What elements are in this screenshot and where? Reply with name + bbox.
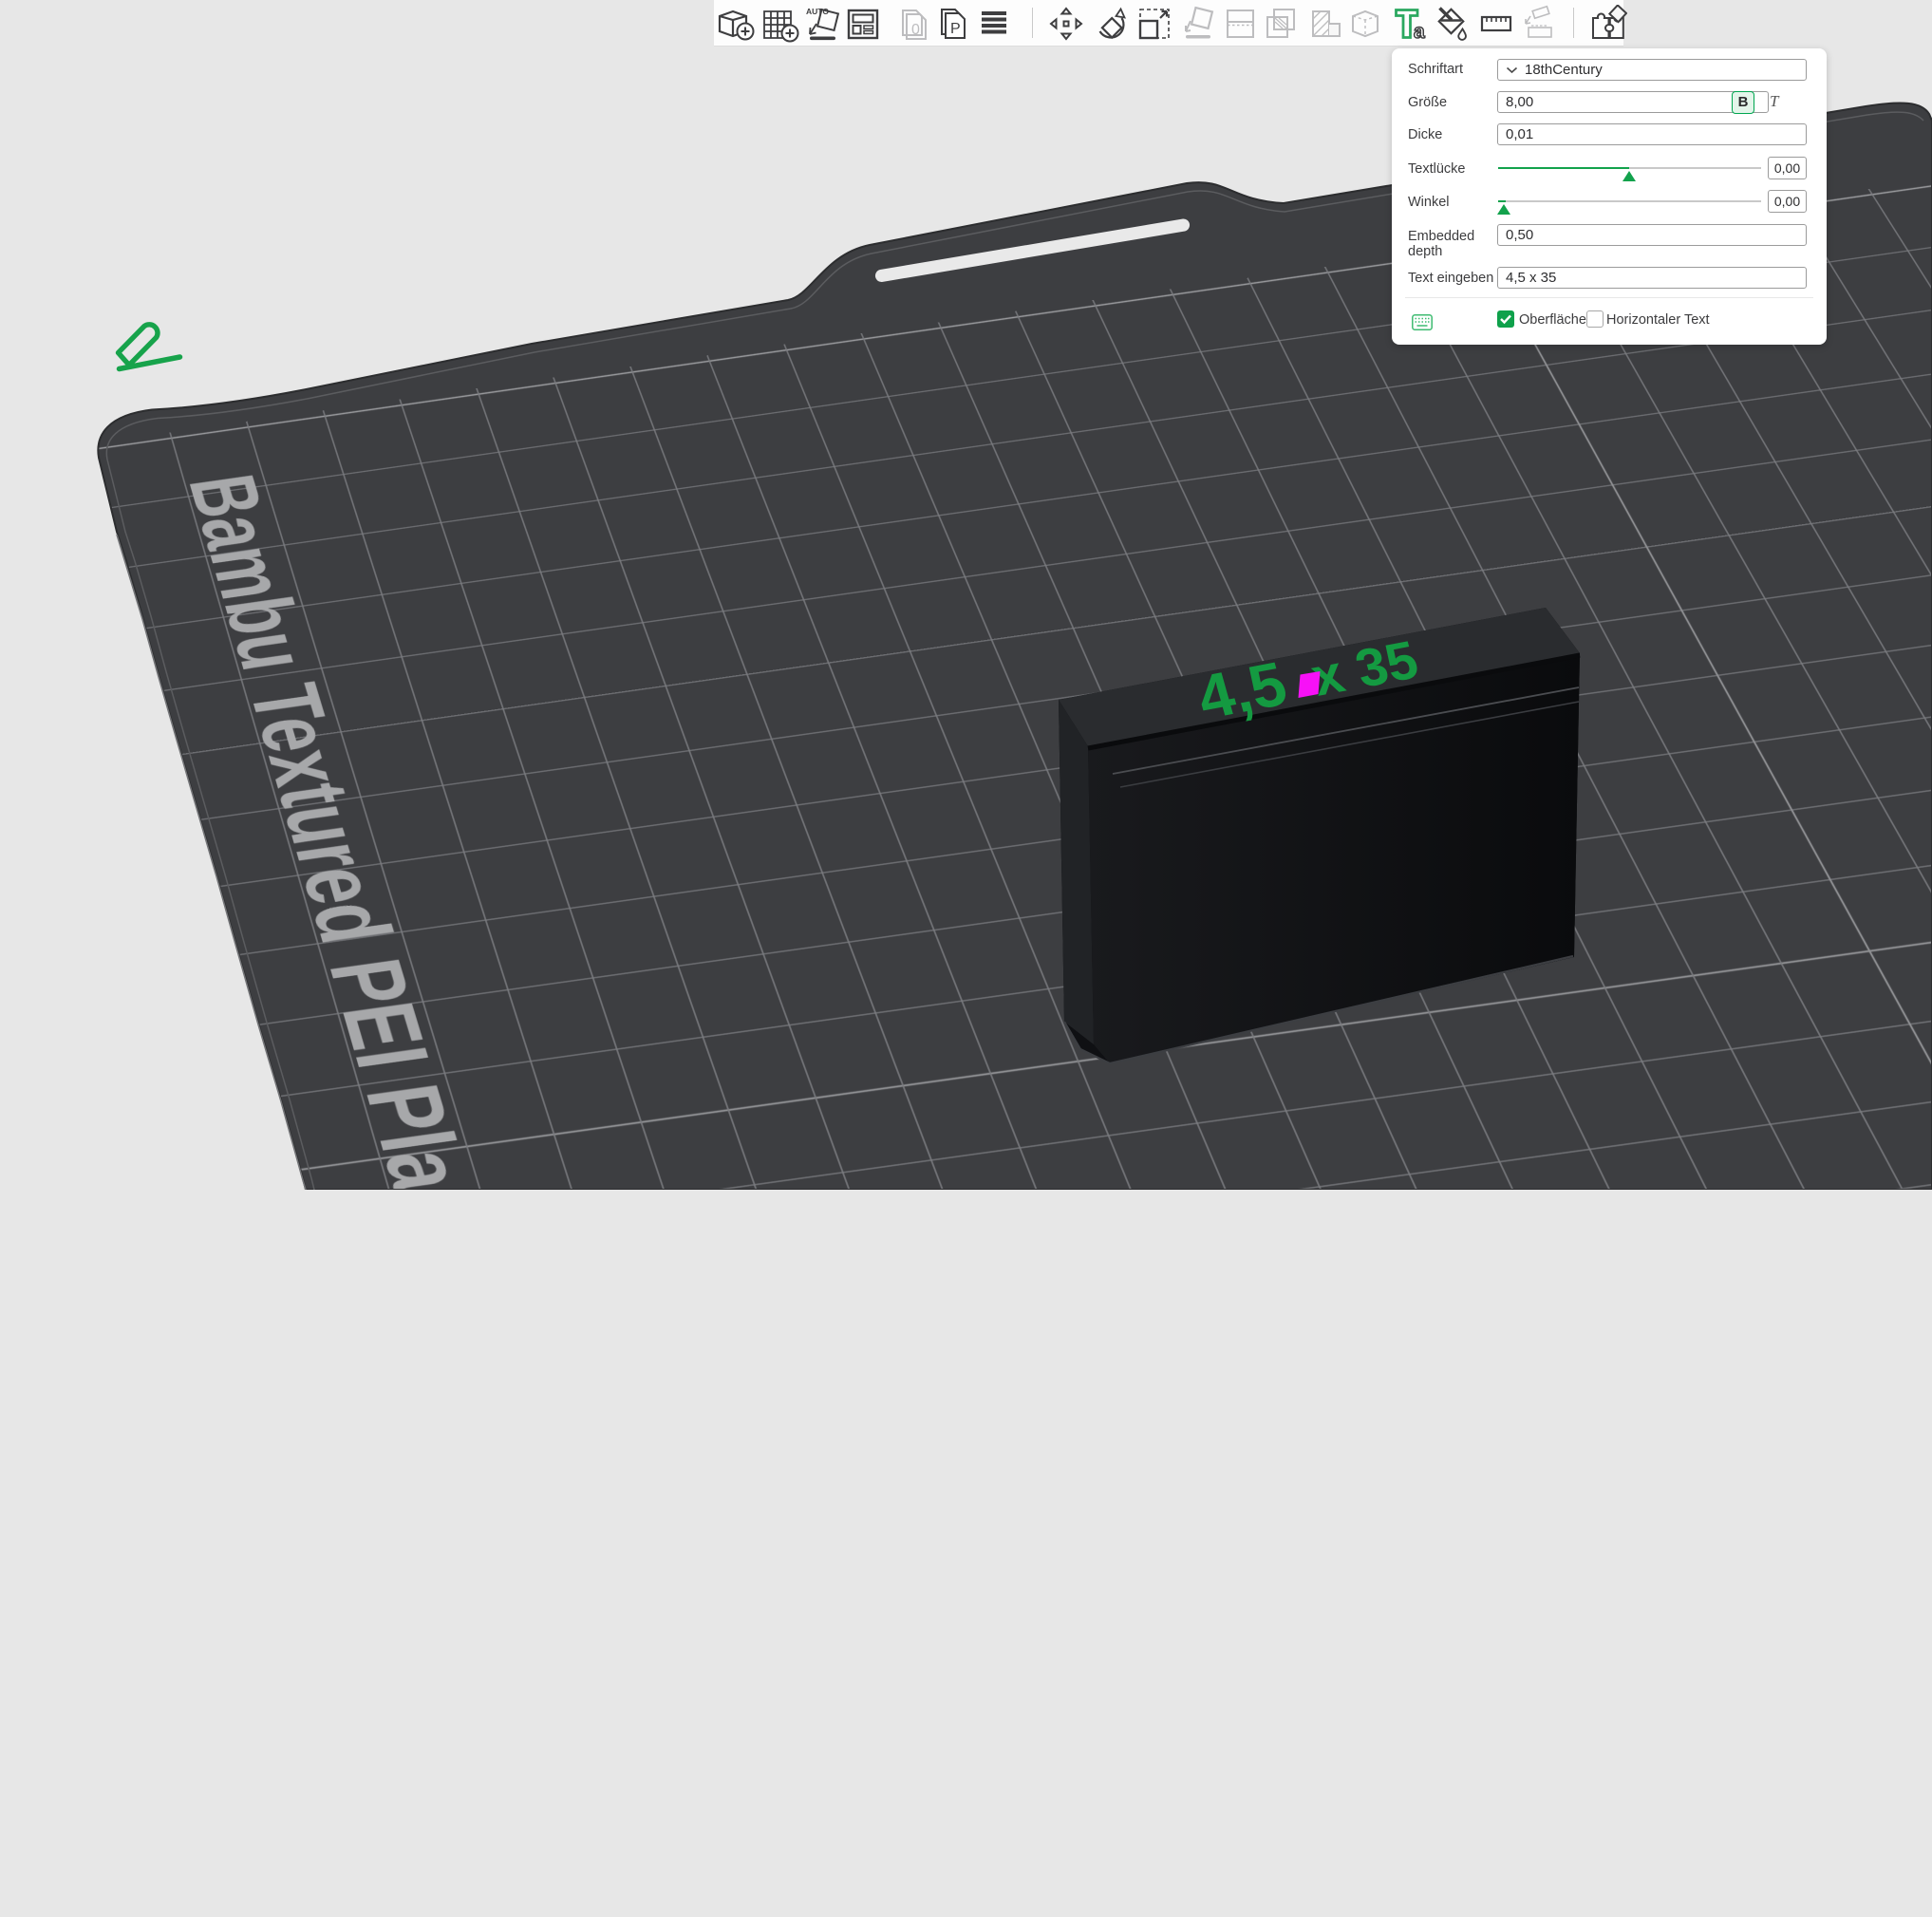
svg-text:P: P [950, 21, 961, 37]
svg-text:0: 0 [911, 22, 920, 38]
svg-text:AUTO: AUTO [806, 7, 829, 16]
svg-text:a: a [1414, 21, 1425, 43]
